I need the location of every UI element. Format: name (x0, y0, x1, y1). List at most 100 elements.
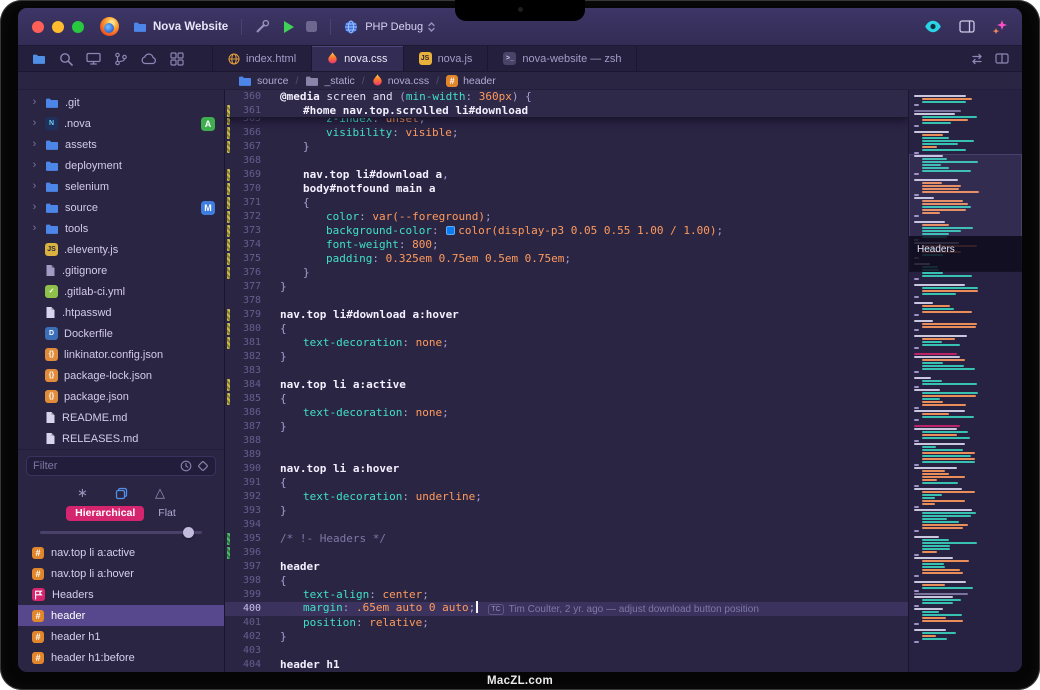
switch-editors-icon[interactable] (970, 53, 984, 65)
project-name[interactable]: Nova Website (153, 21, 228, 33)
tree-file-dockerfile[interactable]: DDockerfile (18, 323, 224, 344)
minimize-button[interactable] (52, 21, 64, 33)
code-line[interactable]: 391{ (225, 476, 908, 490)
stop-button[interactable] (306, 21, 317, 32)
filter-box[interactable] (26, 456, 216, 476)
symbol-row[interactable]: #header h1:before (18, 647, 224, 668)
breadcrumb-item[interactable]: #header (446, 75, 496, 87)
code-line[interactable]: 360@media screen and (min-width: 360px) … (225, 90, 908, 104)
code-line[interactable]: 386text-decoration: none; (225, 406, 908, 420)
tree-folder-tools[interactable]: ›tools (18, 218, 224, 239)
code-line[interactable]: 368 (225, 154, 908, 168)
code-line[interactable]: 369nav.top li#download a, (225, 168, 908, 182)
symbols-issues-icon[interactable]: △ (155, 485, 165, 501)
tab-nova-css[interactable]: nova.css (311, 46, 402, 71)
code-line[interactable]: 381text-decoration: none; (225, 336, 908, 350)
tree-file--eleventy-js[interactable]: JS.eleventy.js (18, 239, 224, 260)
slider-handle[interactable] (183, 527, 194, 538)
tree-file--gitlab-ci-yml[interactable]: ✓.gitlab-ci.yml (18, 281, 224, 302)
run-configuration-select[interactable]: PHP Debug (365, 21, 423, 33)
depth-slider[interactable] (40, 524, 202, 540)
tree-file-linkinator-config-json[interactable]: {}linkinator.config.json (18, 344, 224, 365)
chevron-updown-icon[interactable] (427, 20, 436, 34)
symbol-row[interactable] (18, 668, 224, 672)
browser-icon[interactable] (100, 17, 119, 36)
tree-folder--git[interactable]: ›.git (18, 92, 224, 113)
code-line[interactable]: 395/* !- Headers */ (225, 532, 908, 546)
code-line[interactable]: 394 (225, 518, 908, 532)
tree-file-readme-md[interactable]: README.md (18, 407, 224, 428)
code-line[interactable]: 385{ (225, 392, 908, 406)
code-line[interactable]: 383 (225, 364, 908, 378)
tree-folder-source[interactable]: ›sourceM (18, 197, 224, 218)
tree-folder-deployment[interactable]: ›deployment (18, 155, 224, 176)
filter-input[interactable] (33, 460, 175, 472)
remote-icon[interactable] (86, 52, 101, 65)
code-line[interactable]: 382} (225, 350, 908, 364)
code-line[interactable]: 384nav.top li a:active (225, 378, 908, 392)
code-line[interactable]: 392text-decoration: underline; (225, 490, 908, 504)
source-control-icon[interactable] (114, 52, 128, 66)
tree-file-package-lock-json[interactable]: {}package-lock.json (18, 365, 224, 386)
filter-diamond-icon[interactable] (197, 460, 209, 472)
code-line[interactable]: 370body#notfound main a (225, 182, 908, 196)
code-line[interactable]: 375padding: 0.325em 0.75em 0.5em 0.75em; (225, 252, 908, 266)
code-line[interactable]: 373background-color: color(display-p3 0.… (225, 224, 908, 238)
code-line[interactable]: 366visibility: visible; (225, 126, 908, 140)
symbol-row[interactable]: #nav.top li a:hover (18, 563, 224, 584)
tools-icon[interactable] (255, 19, 270, 34)
symbols-group-icon[interactable] (115, 487, 128, 500)
code-line[interactable]: 399text-align: center; (225, 588, 908, 602)
tree-file-package-json[interactable]: {}package.json (18, 386, 224, 407)
tab-index-html[interactable]: index.html (212, 46, 311, 71)
recent-clock-icon[interactable] (180, 460, 192, 472)
code-line[interactable]: 403 (225, 644, 908, 658)
split-view-icon[interactable] (995, 53, 1009, 64)
files-icon[interactable] (32, 53, 46, 65)
run-button[interactable] (284, 21, 294, 33)
breadcrumb-item[interactable]: nova.css (372, 74, 429, 87)
code-line[interactable]: 367} (225, 140, 908, 154)
reports-icon[interactable] (170, 52, 184, 66)
tab-nova-website-zsh[interactable]: >_nova-website — zsh (487, 46, 637, 71)
code-line[interactable]: 400margin: .65em auto 0 auto;TCTim Coult… (225, 602, 908, 616)
breadcrumb-item[interactable]: _static (305, 75, 354, 87)
code-line[interactable]: 380{ (225, 322, 908, 336)
code-line[interactable]: 378 (225, 294, 908, 308)
code-line[interactable]: 393} (225, 504, 908, 518)
symbol-row[interactable]: #header h1 (18, 626, 224, 647)
close-button[interactable] (32, 21, 44, 33)
tree-folder-assets[interactable]: ›assets (18, 134, 224, 155)
tree-file--gitignore[interactable]: .gitignore (18, 260, 224, 281)
code-line[interactable]: 377} (225, 280, 908, 294)
code-line[interactable]: 388 (225, 434, 908, 448)
code-line[interactable]: 401position: relative; (225, 616, 908, 630)
code-line[interactable]: 390nav.top li a:hover (225, 462, 908, 476)
tree-file-releases-md[interactable]: RELEASES.md (18, 428, 224, 449)
code-line[interactable]: 372color: var(--foreground); (225, 210, 908, 224)
code-line[interactable]: 379nav.top li#download a:hover (225, 308, 908, 322)
symbol-row[interactable]: Headers (18, 584, 224, 605)
code-line[interactable]: 397header (225, 560, 908, 574)
code-editor[interactable]: 365z-index: unset;366visibility: visible… (225, 90, 908, 672)
symbols-view-flat[interactable]: Flat (158, 507, 176, 519)
preview-eye-icon[interactable] (924, 20, 942, 33)
symbol-row[interactable]: #nav.top li a:active (18, 542, 224, 563)
symbol-row[interactable]: #header (18, 605, 224, 626)
code-line[interactable]: 387} (225, 420, 908, 434)
code-line[interactable]: 396 (225, 546, 908, 560)
code-line[interactable]: 398{ (225, 574, 908, 588)
tab-nova-js[interactable]: JSnova.js (403, 46, 488, 71)
toggle-panel-icon[interactable] (959, 20, 975, 33)
search-icon[interactable] (59, 52, 73, 66)
code-line[interactable]: 374font-weight: 800; (225, 238, 908, 252)
tree-folder--nova[interactable]: ›N.novaA (18, 113, 224, 134)
code-line[interactable]: 402} (225, 630, 908, 644)
symbols-view-hierarchical[interactable]: Hierarchical (66, 506, 144, 521)
minimap[interactable]: Headers (908, 90, 1022, 672)
cloud-sync-icon[interactable] (141, 53, 157, 65)
code-line[interactable]: 361#home nav.top.scrolled li#download (225, 104, 908, 118)
zoom-button[interactable] (72, 21, 84, 33)
breadcrumb-item[interactable]: source (238, 75, 289, 87)
symbols-filter-icon[interactable]: ∗ (77, 485, 88, 501)
